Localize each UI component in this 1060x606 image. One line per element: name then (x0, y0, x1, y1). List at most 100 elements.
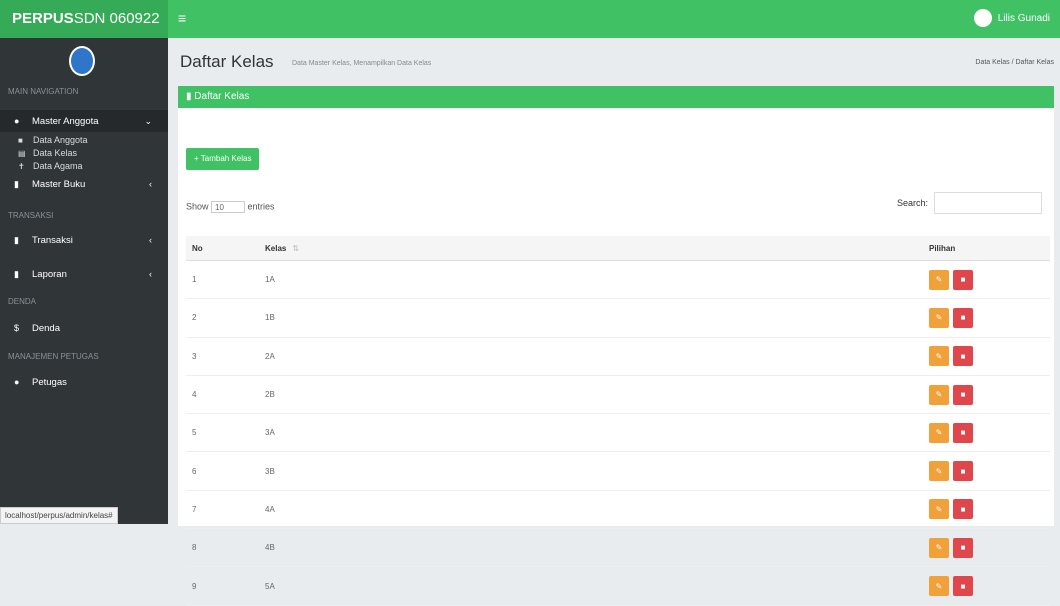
school-logo (69, 46, 95, 76)
column-header-pilihan[interactable]: Pilihan (923, 236, 1050, 261)
trash-icon: ■ (960, 543, 966, 553)
dollar-icon: $ (14, 323, 20, 333)
main-content: Daftar Kelas Data Master Kelas, Menampil… (168, 38, 1060, 606)
sidebar-item-master-buku[interactable]: ▮ Master Buku ‹ (0, 174, 168, 194)
trash-icon: ■ (960, 313, 966, 323)
cell-pilihan: ✎ ■ (923, 337, 1050, 376)
delete-button[interactable]: ■ (953, 461, 973, 482)
sidebar: MAIN NAVIGATION ● Master Anggota ⌄ ■ Data… (0, 38, 168, 524)
cell-pilihan: ✎ ■ (923, 566, 1050, 606)
user-name: Lilis Gunadi (997, 12, 1050, 24)
cell-pilihan: ✎ ■ (923, 375, 1050, 415)
edit-icon: ✎ (935, 504, 943, 514)
trash-icon: ■ (960, 581, 966, 591)
cell-no: 9 (186, 566, 259, 606)
table-row: 9 5A ✎ ■ (186, 566, 1050, 606)
edit-button[interactable]: ✎ (929, 384, 949, 405)
table-row: 8 4B ✎ ■ (186, 528, 1050, 568)
book-icon: ▮ (14, 178, 19, 189)
delete-button[interactable]: ■ (953, 307, 973, 328)
delete-button[interactable]: ■ (953, 537, 973, 558)
edit-icon: ✎ (935, 313, 943, 323)
edit-button[interactable]: ✎ (929, 269, 949, 290)
add-kelas-button[interactable]: + Tambah Kelas (186, 148, 260, 170)
sidebar-item-master-anggota[interactable]: ● Master Anggota ⌄ (0, 110, 168, 132)
cell-kelas: 2A (259, 337, 923, 376)
brand-logo[interactable]: PERPUSSDN 060922 (0, 0, 168, 38)
page-subtitle: Data Master Kelas, Menampilkan Data Kela… (292, 60, 432, 67)
edit-icon: ✎ (935, 543, 943, 553)
chevron-left-icon: ‹ (149, 235, 152, 245)
users-icon: ● (14, 116, 20, 126)
cell-kelas: 4A (259, 490, 923, 530)
trash-icon: ■ (960, 390, 966, 400)
edit-button[interactable]: ✎ (929, 422, 949, 443)
sidebar-item-transaksi[interactable]: ▮ Transaksi ‹ (0, 230, 168, 250)
trash-icon: ■ (960, 504, 966, 514)
report-icon: ▮ (14, 268, 19, 279)
edit-button[interactable]: ✎ (929, 537, 949, 558)
cell-kelas: 1B (259, 298, 923, 338)
list-icon: ▤ (18, 148, 26, 158)
cell-kelas: 3B (259, 451, 923, 491)
sidebar-header-petugas: MANAJEMEN PETUGAS (8, 352, 99, 361)
cell-pilihan: ✎ ■ (923, 260, 1050, 300)
card-header: ▮ Daftar Kelas (178, 86, 1054, 108)
cell-no: 1 (186, 260, 259, 300)
status-bar-url: localhost/perpus/admin/kelas# (0, 507, 118, 524)
search-input[interactable] (934, 192, 1042, 214)
sidebar-item-petugas[interactable]: ● Petugas (0, 372, 168, 392)
edit-button[interactable]: ✎ (929, 461, 949, 482)
chevron-left-icon: ‹ (149, 179, 152, 189)
chevron-left-icon: ‹ (149, 269, 152, 279)
edit-button[interactable]: ✎ (929, 499, 949, 520)
sidebar-item-data-agama[interactable]: ✝ Data Agama (18, 161, 83, 171)
column-header-no[interactable]: No (186, 236, 259, 261)
delete-button[interactable]: ■ (953, 346, 973, 367)
search-control: Search: (897, 192, 1042, 214)
edit-icon: ✎ (935, 466, 943, 476)
table-row: 2 1B ✎ ■ (186, 298, 1050, 338)
edit-icon: ✎ (935, 390, 943, 400)
delete-button[interactable]: ■ (953, 269, 973, 290)
user-plus-icon: ● (14, 377, 20, 387)
sidebar-item-laporan[interactable]: ▮ Laporan ‹ (0, 264, 168, 284)
sidebar-toggle-icon[interactable]: ≡ (178, 10, 186, 26)
cell-no: 6 (186, 451, 259, 491)
table-row: 7 4A ✎ ■ (186, 490, 1050, 530)
cell-pilihan: ✎ ■ (923, 528, 1050, 568)
delete-button[interactable]: ■ (953, 499, 973, 520)
sidebar-item-data-kelas[interactable]: ▤ Data Kelas (18, 148, 77, 158)
user-menu[interactable]: Lilis Gunadi (973, 9, 1050, 27)
user-icon: ■ (18, 135, 23, 145)
sidebar-item-data-anggota[interactable]: ■ Data Anggota (18, 135, 88, 145)
delete-button[interactable]: ■ (953, 576, 973, 597)
table-row: 4 2B ✎ ■ (186, 375, 1050, 415)
sort-icon: ⇅ (292, 243, 300, 253)
table-row: 1 1A ✎ ■ (186, 260, 1050, 300)
cell-no: 3 (186, 337, 259, 376)
book-icon: ▮ (14, 234, 19, 245)
page-title: Daftar Kelas (180, 52, 274, 71)
cell-pilihan: ✎ ■ (923, 490, 1050, 530)
cell-kelas: 1A (259, 260, 923, 300)
trash-icon: ■ (960, 466, 966, 476)
entries-select[interactable]: 10 (211, 201, 246, 213)
edit-icon: ✎ (935, 581, 943, 591)
sidebar-item-denda[interactable]: $ Denda (0, 318, 168, 338)
delete-button[interactable]: ■ (953, 384, 973, 405)
cell-kelas: 2B (259, 375, 923, 415)
cell-pilihan: ✎ ■ (923, 451, 1050, 491)
top-navbar: PERPUSSDN 060922 ≡ Lilis Gunadi (0, 0, 1060, 38)
edit-button[interactable]: ✎ (929, 346, 949, 367)
cross-icon: ✝ (18, 161, 25, 171)
table-row: 5 3A ✎ ■ (186, 413, 1050, 453)
column-header-kelas[interactable]: Kelas ⇅ (259, 236, 923, 261)
edit-button[interactable]: ✎ (929, 307, 949, 328)
breadcrumb[interactable]: Data Kelas / Daftar Kelas (975, 59, 1054, 66)
cell-no: 5 (186, 413, 259, 453)
delete-button[interactable]: ■ (953, 422, 973, 443)
cell-kelas: 4B (259, 528, 923, 568)
cell-no: 7 (186, 490, 259, 530)
edit-button[interactable]: ✎ (929, 576, 949, 597)
